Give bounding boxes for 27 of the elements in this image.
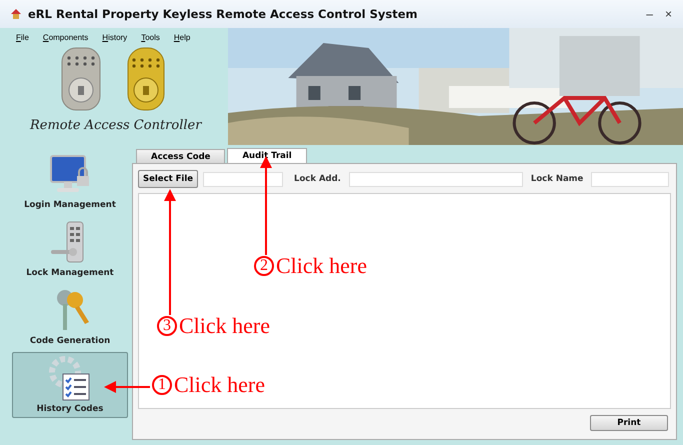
annotation-arrow <box>104 381 150 393</box>
menu-item[interactable]: History <box>102 33 128 42</box>
house-icon <box>10 8 22 20</box>
lock-name-field[interactable] <box>591 172 670 186</box>
print-button[interactable]: Print <box>590 415 668 431</box>
annotation-text: Click here <box>179 315 270 337</box>
annotation-text: Click here <box>174 374 266 396</box>
annotation-text: Click here <box>276 255 368 277</box>
field-label: Lock Name <box>530 174 584 184</box>
sidebar-item[interactable]: Lock Management <box>12 216 128 282</box>
sidebar-item[interactable]: Login Management <box>12 148 128 214</box>
tab[interactable]: Audit Trail <box>227 148 307 163</box>
menu-item[interactable]: Tools <box>141 33 160 42</box>
logo-text: Remote Access Controller <box>28 117 203 133</box>
menu-item[interactable]: Components <box>42 33 88 42</box>
tab[interactable]: Access Code <box>136 149 226 163</box>
menu-item[interactable]: Help <box>174 33 190 42</box>
window-title: eRL Rental Property Keyless Remote Access Control System <box>28 7 418 21</box>
lock-address-field[interactable] <box>348 172 523 186</box>
menu-item[interactable]: File <box>16 33 29 42</box>
sidebar-item[interactable]: History Codes <box>12 352 128 418</box>
minimize-button[interactable]: – <box>643 7 656 21</box>
file-field[interactable] <box>203 172 284 186</box>
select-file-button[interactable]: Select File <box>138 170 198 188</box>
sidebar-item[interactable]: Code Generation <box>12 284 128 350</box>
close-button[interactable]: × <box>662 7 675 21</box>
field-label: Lock Add. <box>294 174 341 184</box>
